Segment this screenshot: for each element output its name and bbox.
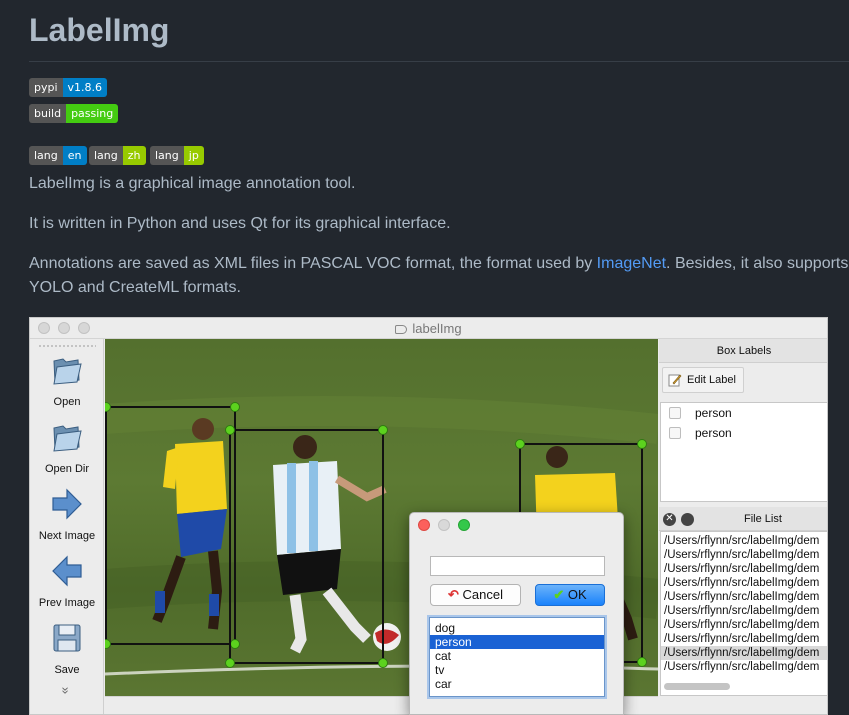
dialog-minimize-button[interactable] — [438, 519, 450, 531]
more-tools-chevron-icon[interactable]: » — [59, 686, 74, 696]
player-2 — [273, 435, 387, 654]
lang-jp-badge[interactable]: lang jp — [150, 146, 204, 165]
open-dir-label: Open Dir — [44, 463, 90, 475]
file-list: /Users/rflynn/src/labelImg/dem /Users/rf… — [660, 531, 827, 696]
arrow-right-icon — [52, 488, 82, 520]
save-icon — [53, 624, 81, 652]
formats-text: Annotations are saved as XML files in PA… — [29, 255, 597, 272]
file-list-item[interactable]: /Users/rflynn/src/labelImg/dem — [661, 534, 827, 548]
formats-text-cont: . Besides, it also supports — [666, 255, 849, 272]
badge-value: jp — [183, 146, 204, 165]
box-label-item[interactable]: person — [669, 426, 732, 440]
save-label: Save — [54, 664, 80, 676]
folder-open-icon — [53, 425, 82, 452]
file-list-item[interactable]: /Users/rflynn/src/labelImg/dem — [661, 576, 827, 590]
formats-paragraph: Annotations are saved as XML files in PA… — [29, 252, 849, 300]
label-dialog: ↶ Cancel ✔ OK dog person cat tv car — [409, 512, 624, 715]
document-icon — [395, 325, 408, 334]
edit-icon — [668, 374, 682, 387]
ok-button[interactable]: ✔ OK — [535, 584, 605, 606]
label-options-list: dog person cat tv car — [429, 617, 605, 697]
file-list-item[interactable]: /Users/rflynn/src/labelImg/dem — [661, 590, 827, 604]
imagenet-link[interactable]: ImageNet — [597, 255, 666, 272]
file-list-item[interactable]: /Users/rflynn/src/labelImg/dem — [661, 548, 827, 562]
page-title: LabelImg — [29, 12, 170, 48]
toolbar-grip[interactable] — [38, 344, 96, 348]
arrow-left-icon — [52, 555, 82, 587]
prev-image-label: Prev Image — [38, 597, 96, 609]
file-list-item[interactable]: /Users/rflynn/src/labelImg/dem — [661, 562, 827, 576]
open-dir-button[interactable]: Open Dir — [30, 420, 104, 475]
label-option-selected[interactable]: person — [430, 635, 604, 649]
cancel-button[interactable]: ↶ Cancel — [430, 584, 521, 606]
lang-zh-badge[interactable]: lang zh — [89, 146, 146, 165]
checkmark-icon: ✔ — [553, 587, 565, 602]
badge-value: zh — [122, 146, 146, 165]
save-button[interactable]: Save — [30, 621, 104, 676]
label-option[interactable]: car — [430, 677, 604, 691]
edit-label-text: Edit Label — [687, 374, 736, 386]
dialog-zoom-button[interactable] — [458, 519, 470, 531]
file-list-title: ✕ File List — [659, 507, 827, 531]
label-option[interactable]: dog — [430, 621, 604, 635]
formats-text-end: YOLO and CreateML formats. — [29, 279, 241, 296]
open-label: Open — [53, 396, 81, 408]
label-option[interactable]: cat — [430, 649, 604, 663]
box-label-item[interactable]: person — [669, 406, 732, 420]
close-dock-icon[interactable]: ✕ — [663, 513, 676, 526]
lang-en-badge[interactable]: lang en — [29, 146, 87, 165]
badge-key: lang — [89, 146, 123, 165]
file-list-item[interactable]: /Users/rflynn/src/labelImg/dem — [661, 604, 827, 618]
box-labels-title: Box Labels — [659, 339, 827, 363]
window-titlebar: labelImg — [30, 318, 827, 339]
intro-paragraph: LabelImg is a graphical image annotation… — [29, 175, 356, 192]
pypi-version-badge[interactable]: pypi v1.8.6 — [29, 78, 108, 97]
badge-value: passing — [66, 104, 119, 123]
file-list-item-selected[interactable]: /Users/rflynn/src/labelImg/dem — [661, 646, 827, 660]
title-divider — [29, 61, 849, 62]
folder-open-icon — [53, 358, 82, 385]
badge-key: pypi — [29, 78, 63, 97]
file-list-item[interactable]: /Users/rflynn/src/labelImg/dem — [661, 660, 827, 674]
badge-value: v1.8.6 — [62, 78, 108, 97]
edit-label-button[interactable]: Edit Label — [662, 367, 744, 393]
next-image-label: Next Image — [38, 530, 96, 542]
next-image-button[interactable]: Next Image — [30, 487, 104, 542]
window-title: labelImg — [30, 321, 827, 336]
horizontal-scrollbar[interactable] — [664, 683, 730, 690]
dialog-close-button[interactable] — [418, 519, 430, 531]
label-checkbox[interactable] — [669, 407, 681, 419]
badge-key: build — [29, 104, 67, 123]
tools-toolbar: Open Open Dir Next Image Prev Image Save… — [30, 339, 104, 714]
build-status-badge[interactable]: build passing — [29, 104, 119, 123]
undo-arrow-icon: ↶ — [448, 587, 459, 602]
badge-value: en — [62, 146, 87, 165]
file-list-item[interactable]: /Users/rflynn/src/labelImg/dem — [661, 618, 827, 632]
open-button[interactable]: Open — [30, 353, 104, 408]
float-dock-icon[interactable] — [681, 513, 694, 526]
right-dock: Box Labels Edit Label person person ✕ Fi… — [659, 339, 827, 714]
badge-key: lang — [29, 146, 63, 165]
prev-image-button[interactable]: Prev Image — [30, 554, 104, 609]
label-input[interactable] — [430, 556, 605, 576]
badge-key: lang — [150, 146, 184, 165]
file-list-item[interactable]: /Users/rflynn/src/labelImg/dem — [661, 632, 827, 646]
label-option[interactable]: tv — [430, 663, 604, 677]
box-labels-list: person person — [660, 402, 827, 502]
qt-paragraph: It is written in Python and uses Qt for … — [29, 215, 451, 232]
label-checkbox[interactable] — [669, 427, 681, 439]
